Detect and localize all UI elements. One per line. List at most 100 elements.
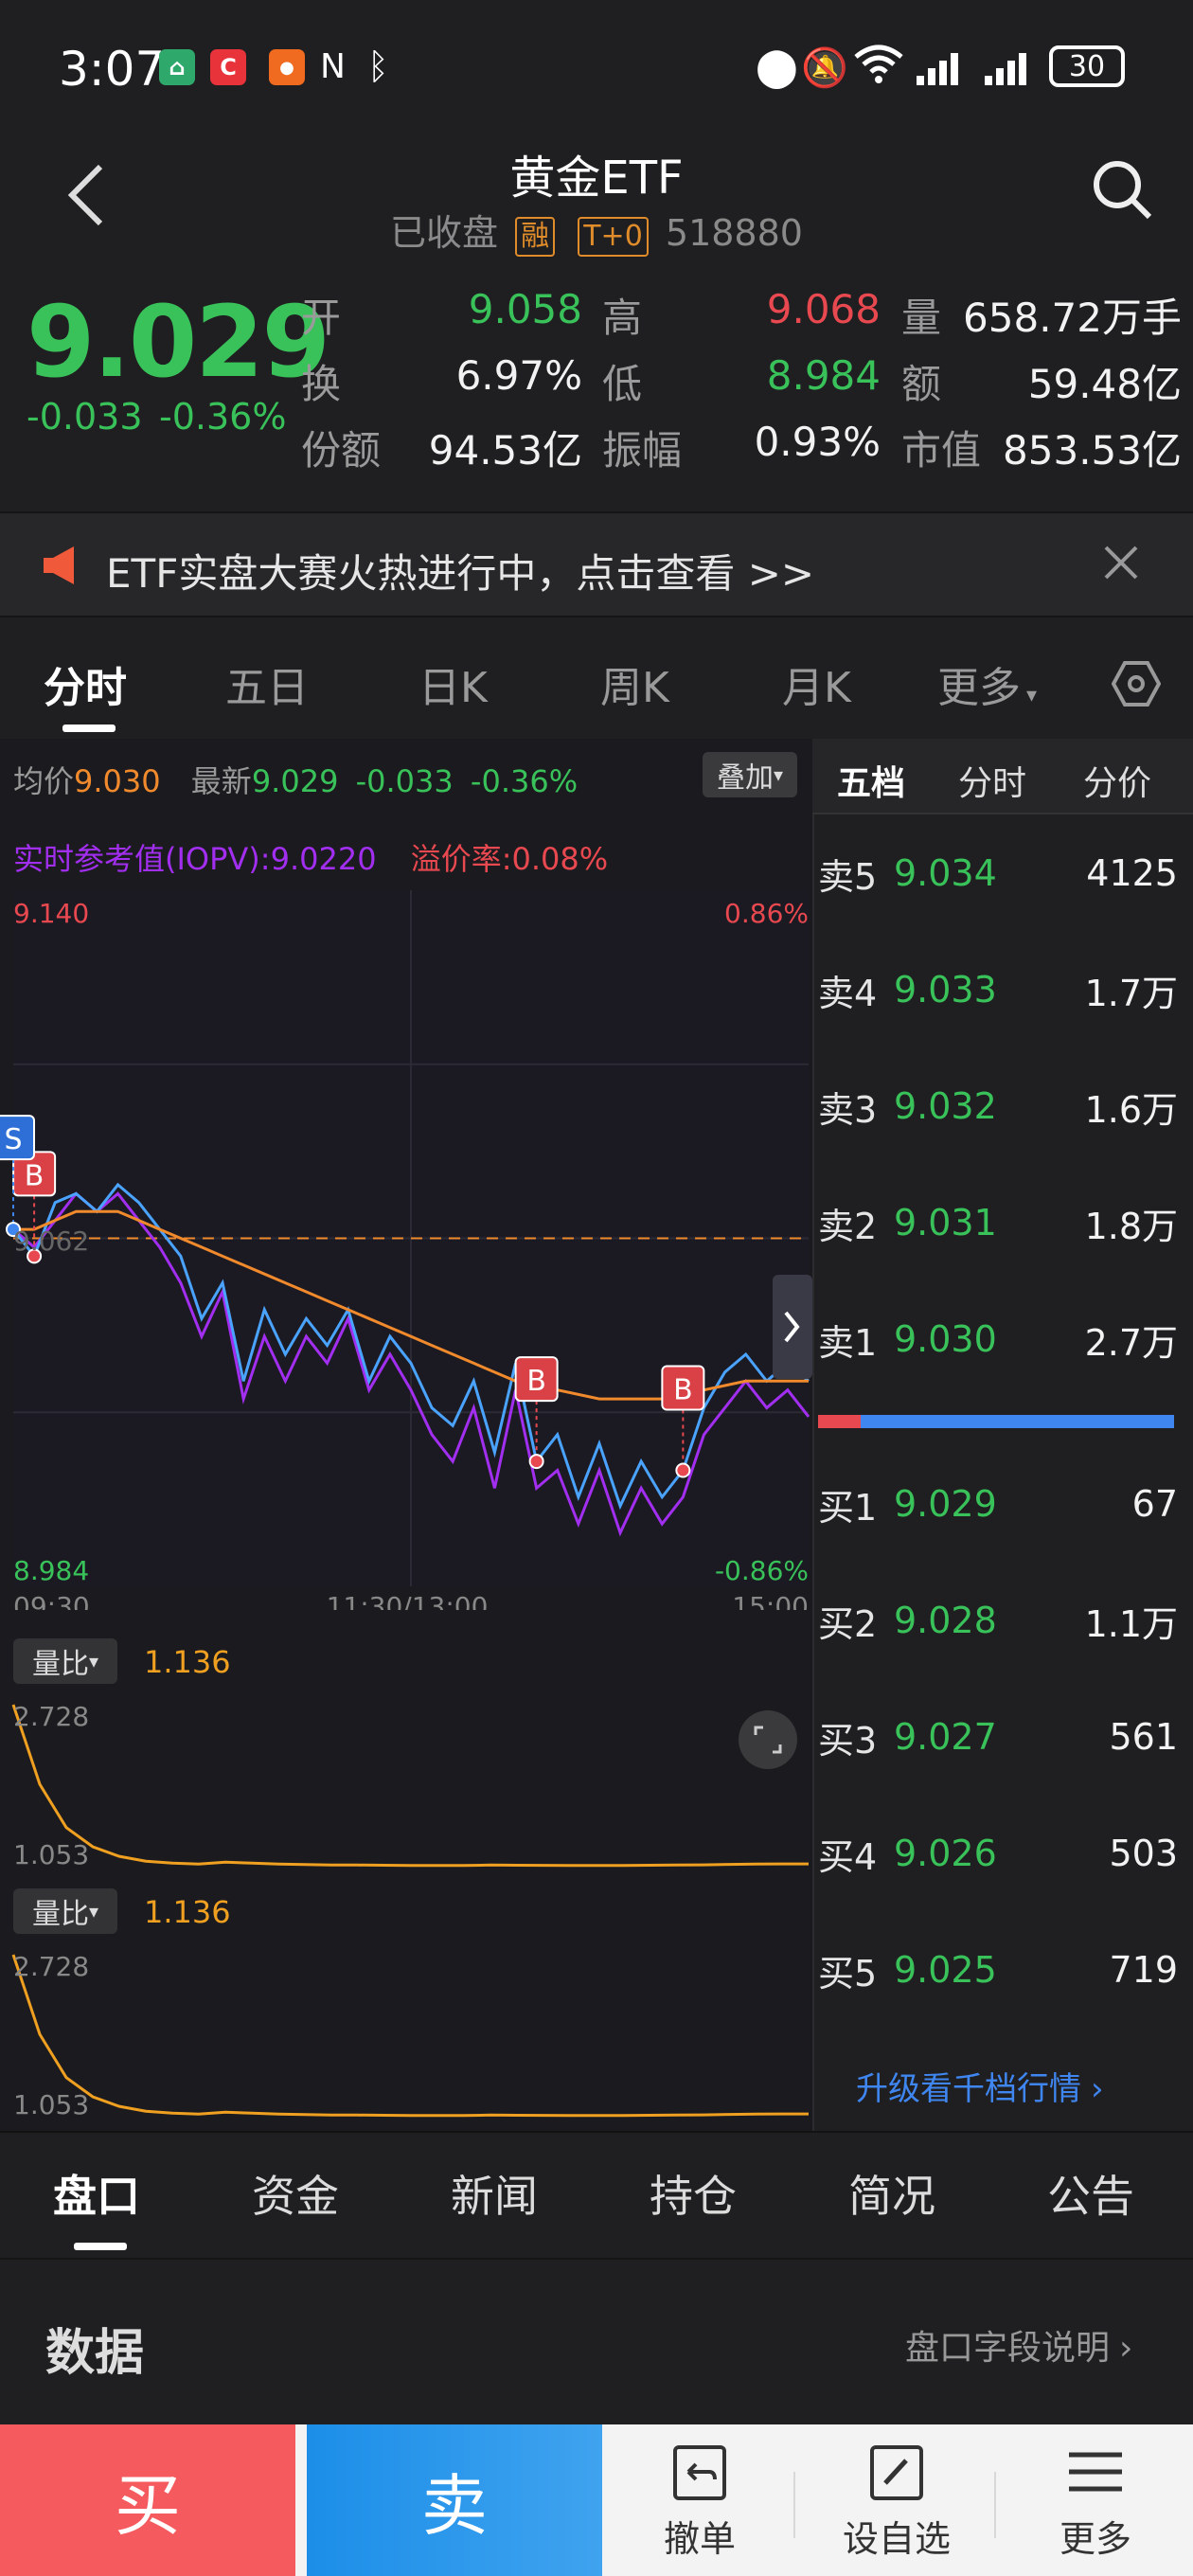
sell-button[interactable]: 卖	[307, 2424, 602, 2576]
search-icon	[1094, 161, 1152, 220]
cancel-order-button[interactable]: 撤单	[629, 2443, 771, 2562]
depth-price: 9.027	[894, 1716, 997, 1758]
depth-vol: 561	[1109, 1716, 1178, 1758]
depth-tab-price[interactable]: 分价	[1083, 756, 1151, 805]
tab-funds[interactable]: 资金	[252, 2162, 339, 2225]
depth-price: 9.025	[894, 1949, 997, 1991]
volume-ratio-selector-1[interactable]: 量比 ▾	[13, 1638, 117, 1684]
ask-row[interactable]: 卖4 9.033 1.7万	[818, 961, 1178, 1018]
depth-price: 9.034	[894, 852, 997, 894]
search-button[interactable]	[1089, 156, 1155, 223]
ask-row[interactable]: 卖5 9.034 4125	[818, 845, 1178, 902]
price-change-pct: -0.36%	[159, 396, 287, 438]
add-watchlist-button[interactable]: 设自选	[826, 2443, 968, 2562]
close-banner-button[interactable]	[1100, 542, 1142, 587]
bid-row[interactable]: 买4 9.026 503	[818, 1825, 1178, 1882]
tab-more-label: 更多	[937, 664, 1021, 712]
depth-vol: 503	[1109, 1833, 1178, 1874]
latest-label: 最新	[190, 763, 252, 799]
ask-share-fill	[818, 1415, 862, 1428]
premium-label: 溢价率:	[410, 841, 512, 877]
premium-value: 0.08%	[511, 841, 609, 877]
settings-hexagon-icon	[1111, 661, 1162, 707]
tab-overview[interactable]: 简况	[848, 2162, 935, 2225]
depth-label: 卖2	[818, 1205, 878, 1247]
tab-more[interactable]: 更多 ▾	[937, 653, 1037, 714]
action-divider	[994, 2472, 996, 2538]
upgrade-depth-label: 升级看千档行情	[856, 2070, 1081, 2108]
volume-ratio-value: 1.136	[144, 1894, 231, 1930]
volume-ratio-label: 量比	[31, 1898, 89, 1931]
more-actions-label: 更多	[1059, 2518, 1131, 2560]
depth-tab-level5[interactable]: 五档	[837, 756, 905, 805]
app-notify-icon: ●	[269, 49, 305, 85]
more-actions-button[interactable]: 更多	[1024, 2443, 1166, 2562]
depth-label: 卖1	[818, 1321, 878, 1364]
depth-price: 9.033	[894, 969, 997, 1011]
fullscreen-button[interactable]	[739, 1710, 797, 1769]
overlay-label: 叠加	[716, 761, 774, 795]
marker-label: B	[673, 1374, 693, 1407]
volume-ratio-top: 2.728	[13, 1701, 89, 1732]
bid-row[interactable]: 买1 9.029 67	[818, 1476, 1178, 1532]
tab-announcements[interactable]: 公告	[1047, 2162, 1134, 2225]
volume-ratio-value: 1.136	[144, 1644, 231, 1680]
ask-row[interactable]: 卖1 9.030 2.7万	[818, 1311, 1178, 1368]
ask-row[interactable]: 卖2 9.031 1.8万	[818, 1194, 1178, 1251]
order-book-panel	[812, 739, 1193, 2131]
signal-2-icon	[985, 47, 1036, 89]
close-icon	[1104, 546, 1138, 580]
quote-field-label: 额	[901, 361, 942, 407]
bid-row[interactable]: 买3 9.027 561	[818, 1708, 1178, 1765]
y-bottom-label: 8.984	[13, 1555, 89, 1586]
expand-icon	[754, 1726, 782, 1754]
depth-label: 买3	[818, 1719, 878, 1762]
sell-label: 卖	[421, 2466, 488, 2545]
status-bar: 3:07 ⌂ C ● N ᛒ ⬤ 🔕 30	[0, 0, 1193, 133]
tab-order-book[interactable]: 盘口	[53, 2162, 140, 2225]
buy-button[interactable]: 买	[0, 2424, 295, 2576]
app-home-icon: ⌂	[159, 49, 195, 85]
volume-ratio-chart-2: 2.728 1.053	[11, 1945, 809, 2125]
wifi-icon	[852, 44, 905, 89]
tab-holdings[interactable]: 持仓	[650, 2162, 737, 2225]
tab-intraday[interactable]: 分时	[44, 653, 127, 714]
caret-down-icon: ▾	[773, 763, 784, 786]
price-chart[interactable]: BSB B 9.140 9.062 8.984 0.86% -0.86% 09:3…	[0, 890, 812, 1610]
bid-row[interactable]: 买2 9.028 1.1万	[818, 1592, 1178, 1649]
upgrade-depth-link[interactable]: 升级看千档行情 ›	[856, 2063, 1104, 2109]
page-title: 黄金ETF	[509, 152, 684, 205]
tab-monthly-k[interactable]: 月K	[782, 653, 851, 714]
status-time: 3:07	[59, 42, 166, 97]
last-price: 9.029	[27, 284, 330, 400]
volume-ratio-bg	[13, 1945, 809, 2125]
volume-ratio-selector-2[interactable]: 量比 ▾	[13, 1888, 117, 1934]
depth-price: 9.028	[894, 1600, 997, 1641]
depth-label: 卖4	[818, 972, 878, 1014]
chart-settings-button[interactable]	[1111, 659, 1162, 712]
tab-news[interactable]: 新闻	[451, 2162, 538, 2225]
depth-tab-ticks[interactable]: 分时	[958, 756, 1026, 805]
quote-field-value: 9.068	[766, 286, 881, 332]
iopv-row: 实时参考值(IOPV):9.0220 溢价率:0.08%	[13, 835, 608, 879]
caret-down-icon: ▾	[88, 1650, 99, 1673]
field-help-link[interactable]: 盘口字段说明 ›	[905, 2320, 1132, 2370]
banner-text[interactable]: ETF实盘大赛火热进行中，点击查看 >>	[106, 542, 814, 599]
bid-row[interactable]: 买5 9.025 719	[818, 1941, 1178, 1998]
overlay-button[interactable]: 叠加 ▾	[703, 752, 797, 797]
margin-tag: 融	[515, 217, 556, 257]
x-label-mid: 11:30/13:00	[327, 1591, 489, 1610]
add-watchlist-label: 设自选	[842, 2518, 951, 2560]
volume-ratio-label: 量比	[31, 1648, 89, 1681]
expand-depth-button[interactable]	[773, 1275, 812, 1379]
depth-label: 卖3	[818, 1088, 878, 1131]
tab-daily-k[interactable]: 日K	[418, 653, 488, 714]
depth-label: 买2	[818, 1602, 878, 1645]
pct-top-label: 0.86%	[724, 898, 809, 929]
iopv-value: 9.0220	[270, 841, 377, 877]
tab-weekly-k[interactable]: 周K	[600, 653, 669, 714]
volume-ratio-bottom: 1.053	[13, 1839, 89, 1870]
ask-row[interactable]: 卖3 9.032 1.6万	[818, 1078, 1178, 1135]
tab-five-day[interactable]: 五日	[225, 653, 309, 714]
security-code: 518880	[665, 212, 803, 254]
